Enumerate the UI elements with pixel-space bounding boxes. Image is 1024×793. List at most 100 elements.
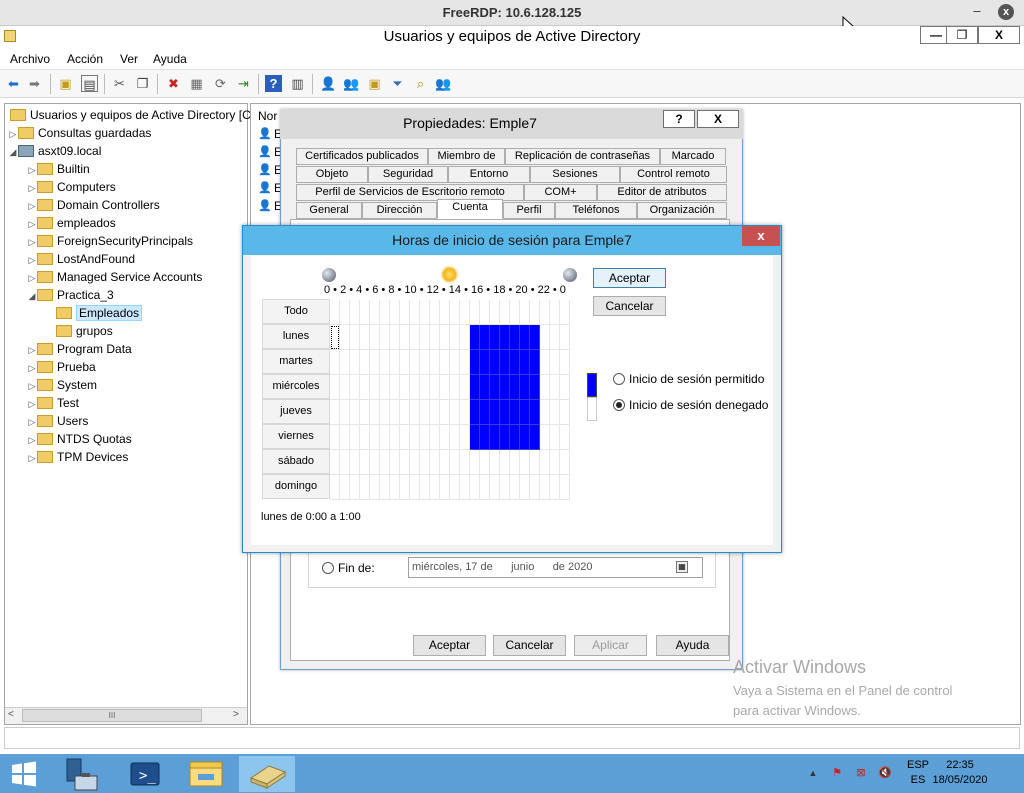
hour-cell[interactable] — [370, 475, 380, 500]
hour-cell[interactable] — [350, 450, 360, 475]
hour-cell[interactable] — [450, 425, 460, 450]
properties-apply-button[interactable]: Aplicar — [574, 635, 647, 656]
hour-cell[interactable] — [540, 475, 550, 500]
logon-hours-close-button[interactable]: x — [742, 226, 780, 246]
hour-header-cell[interactable] — [430, 300, 440, 325]
logon-permitted-radio[interactable] — [613, 373, 625, 385]
hour-cell[interactable] — [510, 475, 520, 500]
tab-perfil[interactable]: Perfil — [503, 202, 555, 219]
hour-cell[interactable] — [520, 375, 530, 400]
hour-cell[interactable] — [520, 450, 530, 475]
hour-header-cell[interactable] — [450, 300, 460, 325]
list-column-header[interactable]: Nor — [258, 109, 277, 123]
collapsed-arrow-icon[interactable]: ▷ — [27, 197, 37, 215]
logon-denied-radio[interactable] — [613, 399, 625, 411]
hour-cell[interactable] — [560, 475, 570, 500]
tree-item[interactable]: grupos — [46, 322, 113, 340]
tab-seguridad[interactable]: Seguridad — [368, 166, 448, 183]
properties-ok-button[interactable]: Aceptar — [413, 635, 486, 656]
tab-editor-de-atributos[interactable]: Editor de atributos — [597, 184, 727, 201]
show-tree-icon[interactable]: ▤ — [81, 75, 98, 92]
hour-header-cell[interactable] — [510, 300, 520, 325]
hour-cell[interactable] — [370, 375, 380, 400]
hour-header-cell[interactable] — [340, 300, 350, 325]
hour-cell[interactable] — [550, 350, 560, 375]
hour-cell[interactable] — [430, 400, 440, 425]
day-button-jueves[interactable]: jueves — [262, 399, 330, 424]
hour-cell[interactable] — [350, 375, 360, 400]
hour-cell[interactable] — [430, 350, 440, 375]
hour-cell[interactable] — [440, 375, 450, 400]
hour-cell[interactable] — [460, 325, 470, 350]
hour-header-cell[interactable] — [370, 300, 380, 325]
hour-cell[interactable] — [470, 425, 480, 450]
day-button-viernes[interactable]: viernes — [262, 424, 330, 449]
hour-cell[interactable] — [350, 350, 360, 375]
fin-de-radio[interactable] — [322, 562, 334, 574]
hour-cell[interactable] — [400, 425, 410, 450]
hour-cell[interactable] — [330, 425, 340, 450]
hour-cell[interactable] — [560, 450, 570, 475]
tab-objeto[interactable]: Objeto — [296, 166, 368, 183]
hour-cell[interactable] — [550, 475, 560, 500]
hour-cell[interactable] — [420, 450, 430, 475]
hour-cell[interactable] — [470, 400, 480, 425]
hour-cell[interactable] — [370, 425, 380, 450]
tree-item[interactable]: ▷ NTDS Quotas — [27, 430, 132, 448]
hour-cell[interactable] — [520, 400, 530, 425]
volume-muted-icon[interactable]: 🔇 — [878, 766, 892, 780]
hour-cell[interactable] — [360, 375, 370, 400]
hour-cell[interactable] — [440, 475, 450, 500]
hour-cell[interactable] — [420, 325, 430, 350]
tree-item[interactable]: ▷ TPM Devices — [27, 448, 129, 466]
hour-header-cell[interactable] — [420, 300, 430, 325]
hour-cell[interactable] — [500, 325, 510, 350]
hour-cell[interactable] — [560, 350, 570, 375]
back-arrow-icon[interactable]: ⬅ — [5, 75, 22, 92]
hour-cell[interactable] — [540, 325, 550, 350]
hour-cell[interactable] — [360, 450, 370, 475]
hour-header-cell[interactable] — [550, 300, 560, 325]
hour-cell[interactable] — [480, 475, 490, 500]
hour-cell[interactable] — [390, 475, 400, 500]
hour-cell[interactable] — [410, 350, 420, 375]
help-icon[interactable]: ? — [265, 75, 282, 92]
hour-cell[interactable] — [530, 425, 540, 450]
collapsed-arrow-icon[interactable]: ▷ — [8, 125, 18, 143]
menu-ayuda[interactable]: Ayuda — [153, 52, 187, 66]
hour-cell[interactable] — [500, 350, 510, 375]
hour-cell[interactable] — [460, 475, 470, 500]
hour-header-cell[interactable] — [350, 300, 360, 325]
hour-cell[interactable] — [470, 450, 480, 475]
hour-cell[interactable] — [560, 375, 570, 400]
hour-cell[interactable] — [340, 425, 350, 450]
tree-item[interactable]: ▷ LostAndFound — [27, 250, 136, 268]
hour-cell[interactable] — [510, 425, 520, 450]
hour-cell[interactable] — [420, 400, 430, 425]
collapsed-arrow-icon[interactable]: ▷ — [27, 359, 37, 377]
up-folder-icon[interactable]: ▣ — [57, 75, 74, 92]
tree-item[interactable]: ▷ Computers — [27, 178, 116, 196]
tab-organización[interactable]: Organización — [637, 202, 727, 219]
tree-item[interactable]: ▷ Prueba — [27, 358, 96, 376]
tab-replicación-de-contraseñas[interactable]: Replicación de contraseñas — [505, 148, 660, 165]
hour-cell[interactable] — [530, 450, 540, 475]
network-icon[interactable]: ⊠ — [854, 766, 868, 780]
hour-header-cell[interactable] — [490, 300, 500, 325]
hour-cell[interactable] — [390, 375, 400, 400]
tab-teléfonos[interactable]: Teléfonos — [555, 202, 637, 219]
hour-cell[interactable] — [450, 350, 460, 375]
windows-start-icon[interactable] — [10, 761, 38, 787]
hour-cell[interactable] — [530, 475, 540, 500]
hour-cell[interactable] — [510, 450, 520, 475]
hour-cell[interactable] — [390, 425, 400, 450]
hour-header-cell[interactable] — [540, 300, 550, 325]
hour-cell[interactable] — [370, 325, 380, 350]
hour-cell[interactable] — [490, 475, 500, 500]
menu-ver[interactable]: Ver — [120, 52, 138, 66]
tree-item[interactable]: ◢ asxt09.local — [8, 142, 102, 160]
hour-cell[interactable] — [330, 375, 340, 400]
hour-cell[interactable] — [440, 350, 450, 375]
show-hidden-icons-icon[interactable]: ▲ — [806, 766, 820, 780]
collapsed-arrow-icon[interactable]: ▷ — [27, 431, 37, 449]
